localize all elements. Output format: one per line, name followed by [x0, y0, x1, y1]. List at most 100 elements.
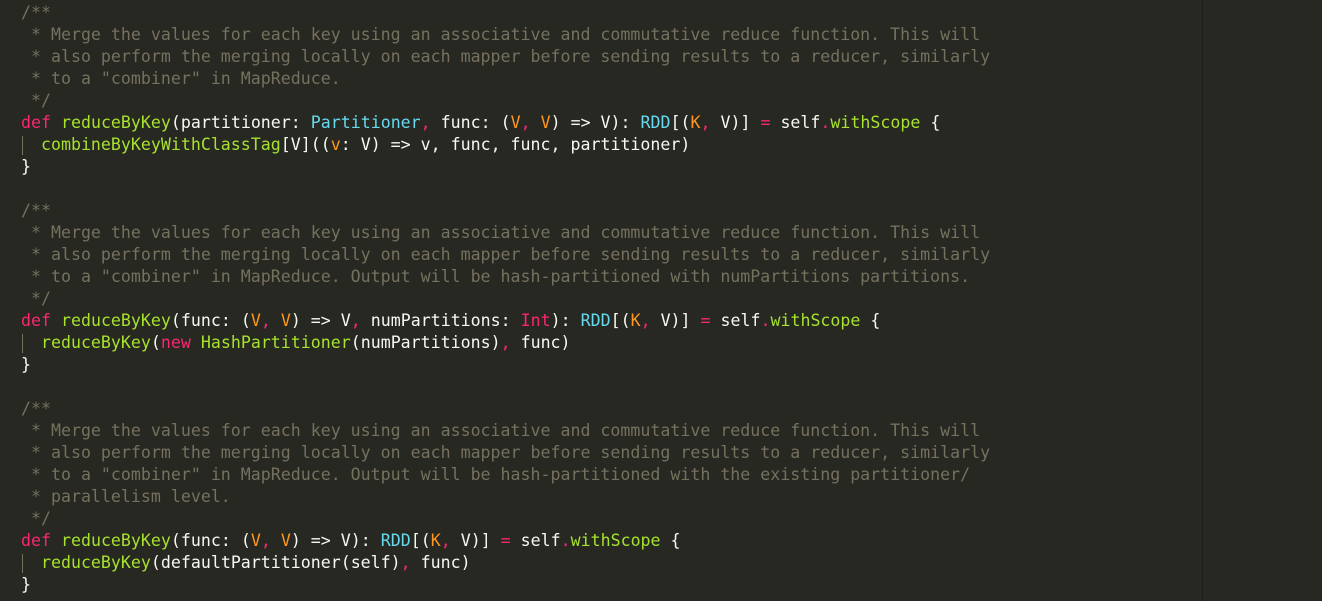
- code-token: withScope: [570, 531, 661, 550]
- code-token: [(: [670, 113, 691, 132]
- code-token: HashPartitioner: [200, 333, 351, 352]
- code-token: func: (: [430, 113, 511, 132]
- code-line[interactable]: combineByKeyWithClassTag[V]((v: V) => v,…: [21, 134, 1191, 156]
- code-token: RDD: [580, 311, 611, 330]
- indent-guide: [22, 554, 23, 573]
- code-token: * to a "combiner" in MapReduce.: [21, 69, 341, 88]
- indent-guide: [22, 136, 23, 155]
- code-token: ,: [260, 311, 271, 330]
- code-token: : V) => v, func, func, partitioner): [340, 135, 691, 154]
- code-area[interactable]: /** * Merge the values for each key usin…: [21, 2, 1191, 596]
- code-token: */: [21, 509, 51, 528]
- code-token: ,: [640, 311, 651, 330]
- code-token: }: [21, 157, 31, 176]
- code-line[interactable]: */: [21, 288, 1191, 310]
- code-line[interactable]: def reduceByKey(partitioner: Partitioner…: [21, 112, 1191, 134]
- code-token: =: [700, 311, 711, 330]
- code-token: func): [410, 553, 471, 572]
- code-token: V: [280, 531, 291, 550]
- code-line[interactable]: * also perform the merging locally on ea…: [21, 442, 1191, 464]
- code-editor[interactable]: /** * Merge the values for each key usin…: [0, 0, 1322, 601]
- indent-guide: [22, 334, 23, 353]
- code-line[interactable]: * to a "combiner" in MapReduce.: [21, 68, 1191, 90]
- code-token: reduceByKey: [40, 553, 151, 572]
- code-token: * also perform the merging locally on ea…: [21, 443, 991, 462]
- code-token: ,: [260, 531, 271, 550]
- code-token: * also perform the merging locally on ea…: [21, 245, 991, 264]
- code-line[interactable]: def reduceByKey(func: (V, V) => V): RDD[…: [21, 530, 1191, 552]
- code-line[interactable]: /**: [21, 398, 1191, 420]
- code-line[interactable]: }: [21, 354, 1191, 376]
- code-line[interactable]: * also perform the merging locally on ea…: [21, 46, 1191, 68]
- code-token: V)]: [710, 113, 761, 132]
- code-token: withScope: [830, 113, 921, 132]
- code-line[interactable]: * to a "combiner" in MapReduce. Output w…: [21, 464, 1191, 486]
- code-token: ,: [700, 113, 711, 132]
- code-token: self: [510, 531, 561, 550]
- code-token: {: [660, 531, 681, 550]
- code-token: V: [510, 113, 521, 132]
- code-line[interactable]: * Merge the values for each key using an…: [21, 222, 1191, 244]
- code-token: V)]: [650, 311, 701, 330]
- code-line[interactable]: /**: [21, 2, 1191, 24]
- code-token: /**: [21, 3, 51, 22]
- code-token: =: [760, 113, 771, 132]
- code-line[interactable]: /**: [21, 200, 1191, 222]
- code-token: (: [150, 333, 161, 352]
- code-token: V: [280, 311, 291, 330]
- code-token: func): [510, 333, 571, 352]
- code-token: numPartitions:: [360, 311, 521, 330]
- code-token: .: [560, 531, 571, 550]
- code-line[interactable]: */: [21, 90, 1191, 112]
- code-line[interactable]: }: [21, 156, 1191, 178]
- code-line[interactable]: * to a "combiner" in MapReduce. Output w…: [21, 266, 1191, 288]
- code-token: def: [21, 113, 51, 132]
- code-line[interactable]: [21, 178, 1191, 200]
- code-line[interactable]: */: [21, 508, 1191, 530]
- code-token: * Merge the values for each key using an…: [21, 25, 981, 44]
- code-token: * Merge the values for each key using an…: [21, 223, 981, 242]
- code-token: {: [920, 113, 941, 132]
- code-line[interactable]: * also perform the merging locally on ea…: [21, 244, 1191, 266]
- code-token: * parallelism level.: [21, 487, 231, 506]
- code-line[interactable]: * Merge the values for each key using an…: [21, 24, 1191, 46]
- code-token: (func: (: [170, 311, 251, 330]
- code-token: (numPartitions): [350, 333, 501, 352]
- code-token: ,: [520, 113, 531, 132]
- code-token: RDD: [380, 531, 411, 550]
- code-token: [(: [610, 311, 631, 330]
- code-token: V)]: [450, 531, 501, 550]
- code-line[interactable]: [21, 376, 1191, 398]
- code-token: self: [710, 311, 761, 330]
- code-token: =: [500, 531, 511, 550]
- code-line[interactable]: def reduceByKey(func: (V, V) => V, numPa…: [21, 310, 1191, 332]
- code-token: ) => V: [290, 311, 351, 330]
- code-token: def: [21, 311, 51, 330]
- code-token: * to a "combiner" in MapReduce. Output w…: [21, 267, 971, 286]
- code-token: ,: [400, 553, 411, 572]
- code-token: V: [540, 113, 551, 132]
- code-line[interactable]: * Merge the values for each key using an…: [21, 420, 1191, 442]
- code-token: .: [820, 113, 831, 132]
- code-token: reduceByKey: [60, 113, 171, 132]
- code-line[interactable]: reduceByKey(new HashPartitioner(numParti…: [21, 332, 1191, 354]
- code-token: K: [630, 311, 641, 330]
- code-line[interactable]: * parallelism level.: [21, 486, 1191, 508]
- code-token: * also perform the merging locally on ea…: [21, 47, 991, 66]
- code-token: ) => V):: [550, 113, 641, 132]
- code-line[interactable]: }: [21, 574, 1191, 596]
- code-token: }: [21, 575, 31, 594]
- code-line[interactable]: reduceByKey(defaultPartitioner(self), fu…: [21, 552, 1191, 574]
- code-token: reduceByKey: [60, 311, 171, 330]
- code-token: */: [21, 289, 51, 308]
